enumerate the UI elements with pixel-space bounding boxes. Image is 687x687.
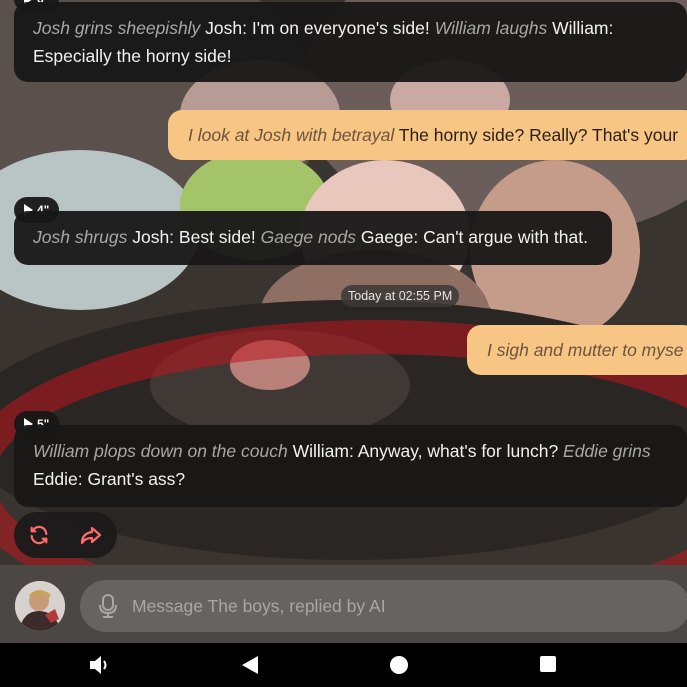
avatar[interactable] [15,581,65,631]
system-navbar [0,643,687,687]
bot-message: William plops down on the couch William:… [14,425,687,507]
message-text: Gaege: Can't argue with that. [355,227,588,247]
user-message: I sigh and mutter to myse [467,325,687,375]
refresh-icon[interactable] [28,524,50,546]
message-action: I look at Josh with betrayal [188,125,395,145]
recents-icon[interactable] [539,655,557,673]
message-actions [14,512,117,558]
user-message: I look at Josh with betrayal The horny s… [168,110,687,160]
message-text: William: Anyway, what's for lunch? [287,441,564,461]
message-action: William plops down on the couch [33,441,288,461]
microphone-icon[interactable] [98,593,118,619]
message-text: The horny side? Really? That's your [394,125,679,145]
home-icon[interactable] [389,655,409,675]
message-action: Eddie grins [563,441,651,461]
message-action: William laughs [434,18,548,38]
message-action: Gaege nods [260,227,356,247]
message-action: I sigh and mutter to myse [487,340,684,360]
timestamp-divider: Today at 02:55 PM [341,285,460,307]
message-text: Eddie: Grant's ass? [33,469,186,489]
message-text: Josh: I'm on everyone's side! [200,18,435,38]
message-action: Josh grins sheepishly [33,18,201,38]
share-icon[interactable] [79,523,103,547]
back-icon[interactable] [240,655,260,675]
bot-message: Josh grins sheepishly Josh: I'm on every… [14,2,687,82]
message-action: Josh shrugs [33,227,128,247]
message-text: Josh: Best side! [127,227,261,247]
message-placeholder: Message The boys, replied by AI [132,595,386,616]
message-input[interactable]: Message The boys, replied by AI [80,580,687,632]
volume-icon[interactable] [88,654,112,676]
bot-message: Josh shrugs Josh: Best side! Gaege nods … [14,211,612,265]
